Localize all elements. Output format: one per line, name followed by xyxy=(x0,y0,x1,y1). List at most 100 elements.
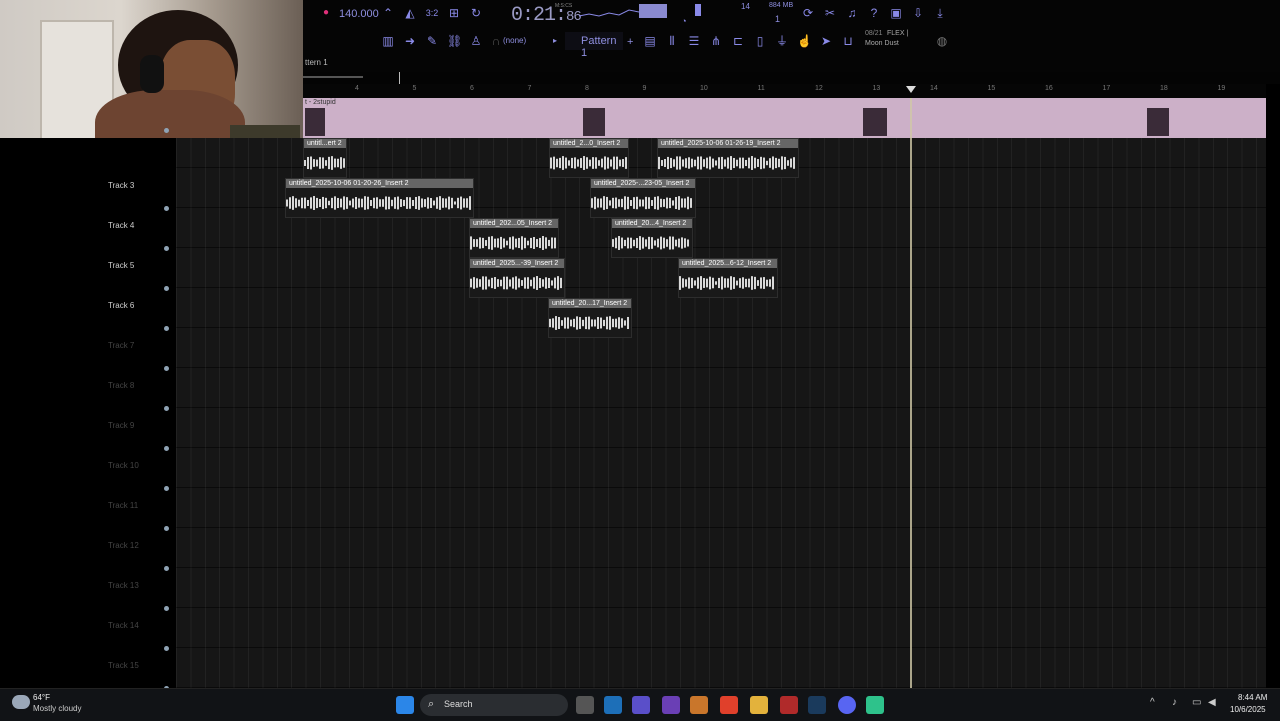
track-mute-icon[interactable] xyxy=(164,646,169,651)
brave-icon[interactable] xyxy=(720,696,738,714)
track-mute-icon[interactable] xyxy=(164,606,169,611)
clip-waveform xyxy=(286,196,471,210)
track-mute-icon[interactable] xyxy=(164,566,169,571)
weather-temp[interactable]: 64°F xyxy=(33,693,50,702)
cut-icon[interactable]: ✂ xyxy=(823,6,837,20)
sliders-icon[interactable]: ⋔ xyxy=(709,34,723,48)
playlist-icon[interactable]: ▤ xyxy=(643,34,657,48)
playhead-marker-icon[interactable] xyxy=(906,86,916,93)
audio-clip[interactable]: untitled_2025-10-06 01-20-26_Insert 2 xyxy=(285,178,474,218)
clock-time[interactable]: 8:44 AM xyxy=(1238,693,1267,702)
stamp-icon[interactable]: ♙ xyxy=(469,34,483,48)
track-header[interactable]: Track 11 xyxy=(0,496,176,536)
cart-icon[interactable]: ⊔ xyxy=(841,34,855,48)
edge-icon[interactable] xyxy=(604,696,622,714)
track-mute-icon[interactable] xyxy=(164,128,169,133)
audio-clip[interactable]: untitled_2025-10-06 01-26-19_Insert 2 xyxy=(657,138,799,178)
audio-clip[interactable]: untitled_20...17_Insert 2 xyxy=(548,298,632,338)
mic-icon[interactable]: ♪ xyxy=(1172,697,1177,708)
windows-start-icon[interactable] xyxy=(396,696,414,714)
loop-icon[interactable]: ↻ xyxy=(469,6,483,20)
obsidian-icon[interactable] xyxy=(632,696,650,714)
track-mute-icon[interactable] xyxy=(164,406,169,411)
track-mute-icon[interactable] xyxy=(164,526,169,531)
voicemeeter-icon[interactable] xyxy=(780,696,798,714)
mixer-icon[interactable]: ⫴ xyxy=(665,34,679,48)
save-icon[interactable]: ▣ xyxy=(889,6,903,20)
track-header[interactable]: Track 8 xyxy=(0,376,176,416)
track-header[interactable]: Track 5 xyxy=(0,256,176,296)
count-in-icon[interactable]: 3:2 xyxy=(425,6,439,20)
audio-clip[interactable]: untitled_202...05_Insert 2 xyxy=(469,218,559,258)
tray-expand-icon[interactable]: ^ xyxy=(1150,697,1155,708)
snap-none-label[interactable]: (none) xyxy=(503,36,526,45)
metronome-icon[interactable]: ◭ xyxy=(403,6,417,20)
track-mute-icon[interactable] xyxy=(164,366,169,371)
track-mute-icon[interactable] xyxy=(164,246,169,251)
browser-icon[interactable]: ⊏ xyxy=(731,34,745,48)
audio-clip[interactable]: untitled_2025...-39_Insert 2 xyxy=(469,258,565,298)
channel-rack-icon[interactable]: ☰ xyxy=(687,34,701,48)
track-mute-icon[interactable] xyxy=(164,446,169,451)
wifi-icon[interactable]: ▭ xyxy=(1192,697,1201,708)
clock-date[interactable]: 10/6/2025 xyxy=(1230,705,1266,714)
track-header[interactable]: Track 3 xyxy=(0,176,176,216)
active-app-icon[interactable] xyxy=(866,696,884,714)
track-header[interactable]: Track 7 xyxy=(0,336,176,376)
steam-icon[interactable] xyxy=(808,696,826,714)
tempo-display[interactable]: 140.000 xyxy=(339,8,379,20)
magnet-icon[interactable]: ∩ xyxy=(489,34,503,48)
audio-clip[interactable]: untitl...ert 2 xyxy=(303,138,347,178)
track-header[interactable]: Track 13 xyxy=(0,576,176,616)
audio-clip[interactable]: untitled_2025-...23-05_Insert 2 xyxy=(590,178,696,218)
fl-studio-icon[interactable] xyxy=(690,696,708,714)
piano-roll-icon[interactable]: ▥ xyxy=(381,34,395,48)
clipboard-icon[interactable]: ▯ xyxy=(753,34,767,48)
weather-desc[interactable]: Mostly cloudy xyxy=(33,704,81,713)
step-icon[interactable]: ⊞ xyxy=(447,6,461,20)
mic-record-icon[interactable]: ♫ xyxy=(845,6,859,20)
tempo-icon[interactable]: ⌃ xyxy=(381,6,395,20)
file-explorer-icon[interactable] xyxy=(750,696,768,714)
help-icon[interactable]: ? xyxy=(867,6,881,20)
audio-clip-master[interactable]: t - 2stupid xyxy=(303,98,1266,138)
overview-strip[interactable] xyxy=(303,72,1280,84)
playlist-grid[interactable] xyxy=(176,138,1266,688)
news-title[interactable]: Moon Dust xyxy=(865,40,899,47)
plugin-icon[interactable]: ⏚ xyxy=(775,34,789,48)
add-pattern-icon[interactable]: + xyxy=(627,36,633,48)
touch-icon[interactable]: ☝ xyxy=(797,34,812,48)
weather-icon[interactable] xyxy=(12,695,30,709)
track-header[interactable]: Track 9 xyxy=(0,416,176,456)
audio-clip[interactable]: untitled_20...4_Insert 2 xyxy=(611,218,693,258)
track-mute-icon[interactable] xyxy=(164,326,169,331)
discord-icon[interactable] xyxy=(838,696,856,714)
draw-icon[interactable]: ✎ xyxy=(425,34,439,48)
refresh-icon[interactable]: ⟳ xyxy=(801,6,815,20)
link-icon[interactable]: ⛓ xyxy=(447,34,462,48)
search-input[interactable]: ⌕ Search xyxy=(420,694,568,716)
globe-icon[interactable]: ◍ xyxy=(935,34,949,48)
pattern-selector[interactable]: Pattern 1 xyxy=(565,32,623,59)
track-header[interactable]: Track 10 xyxy=(0,456,176,496)
track-header[interactable]: Track 14 xyxy=(0,616,176,656)
playhead[interactable] xyxy=(910,98,912,688)
audio-clip[interactable]: untitled_2...0_Insert 2 xyxy=(549,138,629,178)
export-icon[interactable]: ⤓ xyxy=(933,6,947,20)
track-mute-icon[interactable] xyxy=(164,486,169,491)
next-app-icon[interactable] xyxy=(662,696,680,714)
playlist-title[interactable]: ttern 1 xyxy=(305,58,328,67)
snap-icon[interactable]: ➜ xyxy=(403,34,417,48)
track-header[interactable]: Track 6 xyxy=(0,296,176,336)
track-mute-icon[interactable] xyxy=(164,206,169,211)
render-icon[interactable]: ⇩ xyxy=(911,6,925,20)
timeline-ruler[interactable]: 4 5 6 7 8 9 10 11 12 13 14 15 16 17 18 19 xyxy=(303,84,1266,98)
speaker-icon[interactable]: ◀ xyxy=(1208,697,1216,708)
track-header[interactable]: Track 4 xyxy=(0,216,176,256)
track-mute-icon[interactable] xyxy=(164,286,169,291)
audio-clip[interactable]: untitled_2025...6-12_Insert 2 xyxy=(678,258,778,298)
send-icon[interactable]: ➤ xyxy=(819,34,833,48)
record-icon[interactable]: ● xyxy=(319,6,333,20)
track-header[interactable]: Track 12 xyxy=(0,536,176,576)
task-view-icon[interactable] xyxy=(576,696,594,714)
